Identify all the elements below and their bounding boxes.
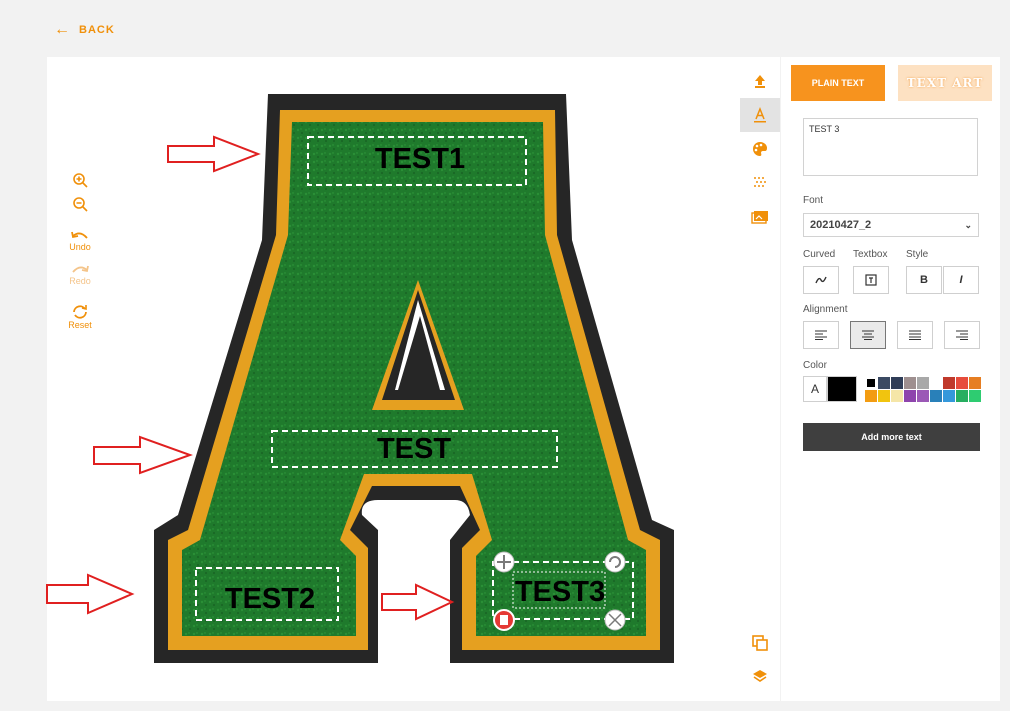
color-label: Color [803, 360, 827, 371]
annotation-arrow [381, 583, 455, 621]
annotation-arrow [46, 573, 135, 615]
color-swatch[interactable] [865, 377, 877, 389]
color-swatch[interactable] [943, 377, 955, 389]
text-tool[interactable] [740, 98, 780, 132]
annotation-arrow [167, 135, 261, 173]
italic-button[interactable]: I [943, 266, 979, 294]
tab-plain-text[interactable]: PLAIN TEXT [791, 65, 885, 101]
style-label: Style [906, 249, 929, 260]
zoom-out-icon [73, 197, 88, 212]
color-palette [865, 377, 981, 402]
zoom-out-button[interactable] [72, 196, 88, 212]
color-swatch[interactable] [878, 377, 890, 389]
align-left-icon [815, 330, 827, 340]
textbox-label: Textbox [853, 249, 888, 260]
align-center-button[interactable] [850, 321, 886, 349]
layers-tool[interactable] [740, 660, 780, 694]
palette-icon [753, 142, 767, 156]
color-swatch[interactable] [878, 390, 890, 402]
reset-icon [73, 305, 87, 319]
color-tool[interactable] [740, 132, 780, 166]
align-center-icon [862, 330, 874, 340]
canvas-text-test3[interactable]: TEST3 [515, 576, 605, 608]
undo-button[interactable]: Undo [69, 230, 91, 252]
align-justify-icon [909, 330, 921, 340]
color-swatch[interactable] [943, 390, 955, 402]
canvas-text-test[interactable]: TEST [377, 433, 451, 465]
text-icon [754, 107, 766, 123]
redo-label: Redo [69, 276, 91, 286]
redo-button[interactable]: Redo [69, 264, 91, 286]
align-left-button[interactable] [803, 321, 839, 349]
pattern-tool[interactable] [740, 166, 780, 200]
move-handle-icon[interactable] [493, 551, 515, 573]
reset-label: Reset [68, 320, 92, 330]
canvas-text-test1[interactable]: TEST1 [375, 143, 465, 175]
color-swatch[interactable] [891, 377, 903, 389]
color-swatch[interactable] [917, 390, 929, 402]
duplicate-icon [752, 635, 768, 651]
rotate-handle-icon[interactable] [604, 551, 626, 573]
color-swatch[interactable] [904, 377, 916, 389]
undo-label: Undo [69, 242, 91, 252]
color-swatch[interactable] [891, 390, 903, 402]
color-swatch[interactable] [917, 377, 929, 389]
annotation-arrow [93, 435, 193, 475]
color-swatch[interactable] [930, 390, 942, 402]
curved-label: Curved [803, 249, 836, 260]
delete-handle-icon[interactable] [493, 609, 515, 631]
tab-text-art[interactable]: TEXT ART [898, 65, 992, 101]
duplicate-tool[interactable] [740, 626, 780, 660]
curved-text-icon [815, 276, 827, 284]
align-justify-button[interactable] [897, 321, 933, 349]
color-swatch[interactable] [930, 377, 942, 389]
textbox-icon [865, 274, 877, 286]
reset-button[interactable]: Reset [68, 304, 92, 330]
color-swatch[interactable] [969, 377, 981, 389]
pattern-icon [754, 177, 766, 187]
add-more-text-button[interactable]: Add more text [803, 423, 980, 451]
font-select[interactable]: 20210427_2 ⌄ [803, 213, 979, 237]
upload-tool[interactable] [740, 64, 780, 98]
curved-text-button[interactable] [803, 266, 839, 294]
bold-button[interactable]: B [906, 266, 942, 294]
image-tool[interactable] [740, 200, 780, 234]
canvas-text-test2[interactable]: TEST2 [225, 583, 315, 615]
align-right-button[interactable] [944, 321, 980, 349]
textbox-button[interactable] [853, 266, 889, 294]
alignment-label: Alignment [803, 304, 848, 315]
redo-icon [72, 265, 89, 273]
font-value: 20210427_2 [810, 219, 872, 231]
chevron-down-icon: ⌄ [964, 219, 972, 230]
font-label: Font [803, 195, 824, 206]
upload-icon [755, 75, 765, 88]
zoom-in-icon [73, 173, 88, 188]
resize-handle-icon[interactable] [604, 609, 626, 631]
layers-icon [753, 670, 767, 682]
text-properties-panel: PLAIN TEXT TEXT ART TEST 3 Font 20210427… [781, 57, 1000, 701]
image-icon [751, 211, 768, 224]
color-swatch[interactable] [956, 390, 968, 402]
color-swatch[interactable] [969, 390, 981, 402]
color-swatch[interactable] [865, 390, 877, 402]
color-swatch[interactable] [904, 390, 916, 402]
current-color-swatch[interactable] [827, 376, 857, 402]
text-content-input[interactable]: TEST 3 [803, 118, 978, 176]
text-color-indicator: A [803, 376, 827, 402]
color-swatch[interactable] [956, 377, 968, 389]
align-right-icon [956, 330, 968, 340]
zoom-in-button[interactable] [72, 172, 88, 188]
undo-icon [71, 231, 88, 239]
